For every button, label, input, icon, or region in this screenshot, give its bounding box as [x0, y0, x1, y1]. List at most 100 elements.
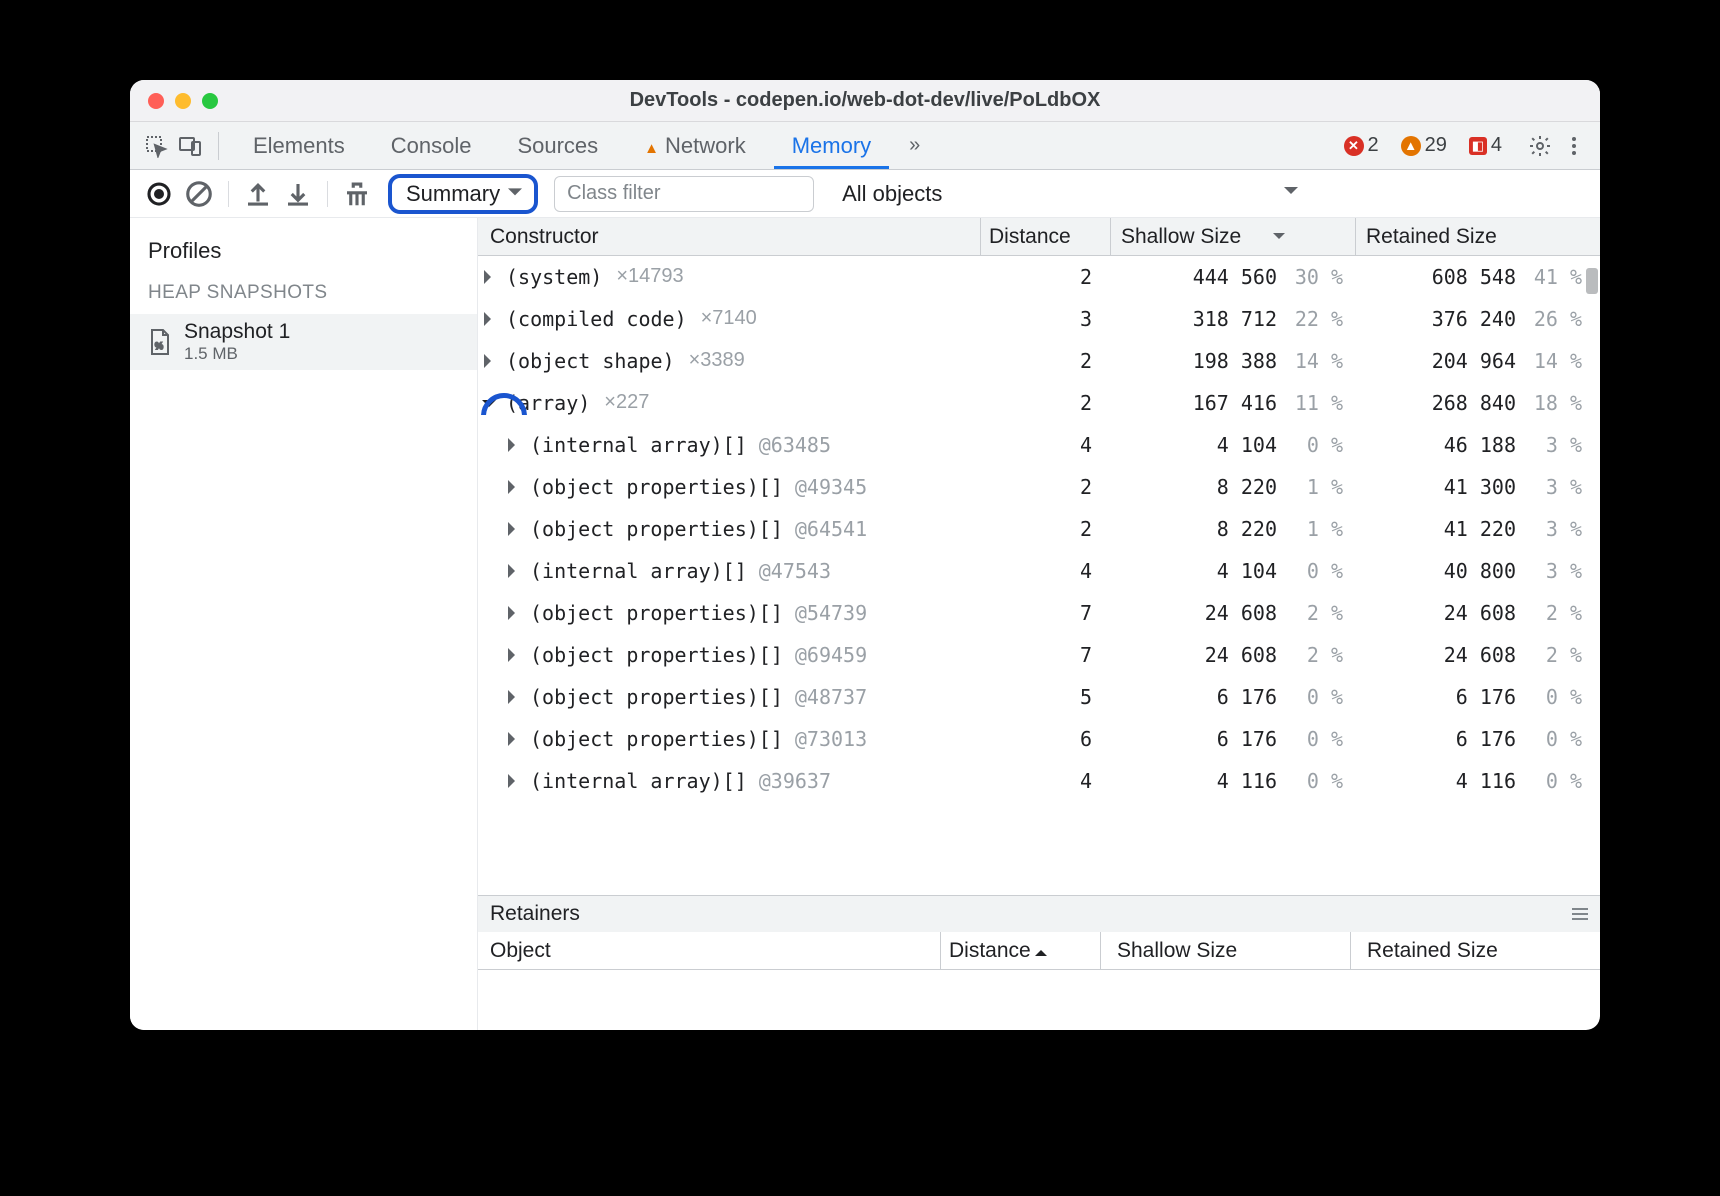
row-retained: 268 84018 % — [1355, 391, 1600, 415]
retainers-title: Retainers — [490, 902, 580, 926]
tab-network[interactable]: Network — [626, 123, 764, 169]
expand-icon[interactable] — [484, 352, 502, 370]
row-label: (object properties)[] — [530, 685, 783, 709]
expand-icon[interactable] — [508, 772, 526, 790]
retainers-pane: Retainers Object Distance Shallow Size R… — [478, 895, 1600, 1030]
minimize-icon[interactable] — [175, 93, 191, 109]
row-label: (object properties)[] — [530, 601, 783, 625]
row-label: (system) — [506, 265, 602, 289]
col-r-shallow[interactable]: Shallow Size — [1100, 932, 1350, 969]
object-scope-dropdown[interactable]: All objects — [842, 181, 978, 207]
snapshot-size: 1.5 MB — [184, 344, 290, 364]
row-distance: 4 — [980, 769, 1110, 793]
row-object-id: @73013 — [795, 727, 867, 751]
table-row[interactable]: (object properties)[]@54739724 6082 %24 … — [478, 592, 1600, 634]
close-icon[interactable] — [148, 93, 164, 109]
row-retained: 41 3003 % — [1355, 475, 1600, 499]
table-header: Constructor Distance Shallow Size Retain… — [478, 218, 1600, 256]
row-distance: 3 — [980, 307, 1110, 331]
device-toggle-icon[interactable] — [178, 134, 202, 158]
record-icon[interactable] — [144, 179, 174, 209]
expand-icon[interactable] — [508, 562, 526, 580]
inspect-icon[interactable] — [144, 134, 168, 158]
row-object-id: @47543 — [759, 559, 831, 583]
expand-icon[interactable] — [508, 520, 526, 538]
clear-icon[interactable] — [184, 179, 214, 209]
issue-count[interactable]: ◧4 — [1469, 134, 1502, 157]
gear-icon[interactable] — [1528, 134, 1552, 158]
row-shallow: 167 41611 % — [1110, 391, 1355, 415]
scrollbar[interactable] — [1586, 268, 1598, 698]
upload-icon[interactable] — [243, 179, 273, 209]
table-row[interactable]: (object properties)[]@7301366 1760 %6 17… — [478, 718, 1600, 760]
table-row[interactable]: (object properties)[]@4934528 2201 %41 3… — [478, 466, 1600, 508]
table-row[interactable]: (object shape)×33892198 38814 %204 96414… — [478, 340, 1600, 382]
tab-sources[interactable]: Sources — [499, 123, 616, 169]
row-label: (object properties)[] — [530, 517, 783, 541]
table-row[interactable]: (compiled code)×71403318 71222 %376 2402… — [478, 298, 1600, 340]
row-retained: 24 6082 % — [1355, 643, 1600, 667]
col-r-retained[interactable]: Retained Size — [1350, 932, 1600, 969]
table-row[interactable]: (array)×2272167 41611 %268 84018 % — [478, 382, 1600, 424]
file-icon: % — [148, 328, 172, 356]
row-label: (compiled code) — [506, 307, 687, 331]
tab-memory[interactable]: Memory — [774, 123, 889, 169]
expand-icon[interactable] — [508, 436, 526, 454]
row-object-id: @54739 — [795, 601, 867, 625]
error-count[interactable]: ✕2 — [1344, 134, 1379, 157]
warning-count[interactable]: ▲29 — [1401, 134, 1447, 157]
row-retained: 6 1760 % — [1355, 727, 1600, 751]
expand-icon[interactable] — [508, 646, 526, 664]
table-row[interactable]: (object properties)[]@69459724 6082 %24 … — [478, 634, 1600, 676]
col-shallow-size[interactable]: Shallow Size — [1110, 218, 1355, 255]
table-row[interactable]: (internal array)[]@4754344 1040 %40 8003… — [478, 550, 1600, 592]
row-count: ×14793 — [616, 265, 683, 288]
tab-elements[interactable]: Elements — [235, 123, 363, 169]
window-controls — [148, 93, 218, 109]
row-count: ×3389 — [689, 349, 745, 372]
row-label: (internal array)[] — [530, 769, 747, 793]
row-label: (object properties)[] — [530, 475, 783, 499]
row-label: (internal array)[] — [530, 559, 747, 583]
row-object-id: @39637 — [759, 769, 831, 793]
snapshot-item[interactable]: % Snapshot 1 1.5 MB — [130, 314, 477, 370]
view-mode-dropdown[interactable]: Summary — [388, 174, 538, 214]
more-tabs-icon[interactable]: » — [899, 128, 930, 163]
col-r-distance[interactable]: Distance — [940, 932, 1100, 969]
separator — [218, 132, 219, 160]
expand-icon[interactable] — [508, 730, 526, 748]
row-shallow: 4 1160 % — [1110, 769, 1355, 793]
row-shallow: 6 1760 % — [1110, 685, 1355, 709]
row-retained: 6 1760 % — [1355, 685, 1600, 709]
profiles-sidebar: Profiles HEAP SNAPSHOTS % Snapshot 1 1.5… — [130, 218, 478, 1030]
col-constructor[interactable]: Constructor — [478, 225, 980, 249]
class-filter-input[interactable] — [554, 176, 814, 212]
col-retained-size[interactable]: Retained Size — [1355, 218, 1600, 255]
table-row[interactable]: (internal array)[]@3963744 1160 %4 1160 … — [478, 760, 1600, 802]
row-retained: 376 24026 % — [1355, 307, 1600, 331]
collapse-icon[interactable] — [484, 394, 502, 412]
col-distance[interactable]: Distance — [980, 218, 1110, 255]
collect-garbage-icon[interactable] — [342, 179, 372, 209]
download-icon[interactable] — [283, 179, 313, 209]
expand-icon[interactable] — [508, 604, 526, 622]
table-row[interactable]: (internal array)[]@6348544 1040 %46 1883… — [478, 424, 1600, 466]
kebab-menu-icon[interactable] — [1562, 134, 1586, 158]
table-row[interactable]: (object properties)[]@4873756 1760 %6 17… — [478, 676, 1600, 718]
expand-icon[interactable] — [484, 268, 502, 286]
col-object[interactable]: Object — [478, 939, 940, 963]
sort-asc-icon — [1035, 944, 1047, 956]
menu-icon[interactable] — [1572, 908, 1588, 920]
row-distance: 7 — [980, 601, 1110, 625]
table-row[interactable]: (system)×147932444 56030 %608 54841 % — [478, 256, 1600, 298]
expand-icon[interactable] — [508, 688, 526, 706]
expand-icon[interactable] — [484, 310, 502, 328]
table-row[interactable]: (object properties)[]@6454128 2201 %41 2… — [478, 508, 1600, 550]
tab-console[interactable]: Console — [373, 123, 490, 169]
zoom-icon[interactable] — [202, 93, 218, 109]
row-label: (array) — [506, 391, 590, 415]
expand-icon[interactable] — [508, 478, 526, 496]
row-label: (internal array)[] — [530, 433, 747, 457]
row-distance: 4 — [980, 559, 1110, 583]
row-count: ×227 — [604, 391, 649, 414]
